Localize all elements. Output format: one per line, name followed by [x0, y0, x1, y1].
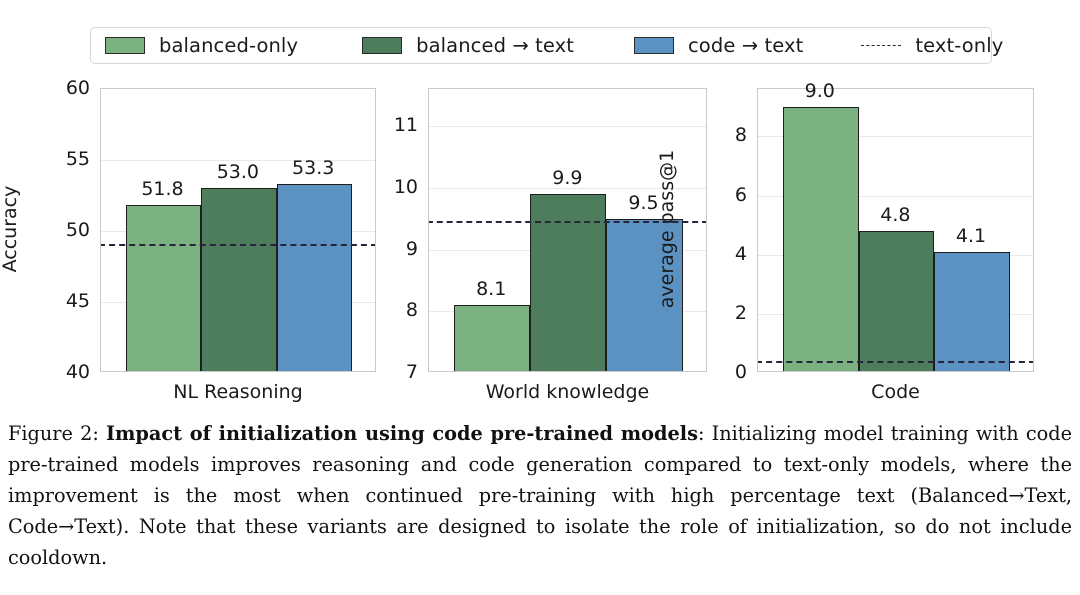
y-axis-tick-label: 0 — [734, 361, 747, 383]
bar-value-label: 53.3 — [292, 157, 335, 180]
caption-figure-number: Figure 2: — [8, 422, 99, 445]
x-axis-label: Code — [871, 381, 920, 403]
y-axis-tick-label: 60 — [65, 77, 90, 99]
bar-value-label: 8.1 — [476, 278, 507, 301]
y-axis-tick-label: 6 — [734, 183, 747, 206]
y-axis-tick-label: 55 — [65, 148, 90, 170]
bar — [934, 251, 1010, 371]
chart-panel-1 — [100, 88, 376, 372]
y-axis-tick-label: 9 — [405, 237, 418, 260]
x-axis-label: NL Reasoning — [173, 381, 303, 403]
y-axis-tick-label: 40 — [65, 361, 90, 383]
y-axis-label: Accuracy — [0, 185, 21, 273]
bar — [454, 305, 531, 371]
y-axis-tick-label: 4 — [734, 242, 747, 265]
bar — [201, 188, 277, 371]
figure-caption: Figure 2: Impact of initialization using… — [8, 418, 1072, 573]
y-axis-tick-label: 11 — [393, 114, 418, 137]
y-axis-tick-label: 10 — [393, 175, 418, 198]
bar-value-label: 9.9 — [552, 166, 583, 189]
caption-bold-title: Impact of initialization using code pre-… — [106, 422, 698, 445]
y-axis-tick-label: 2 — [734, 301, 747, 324]
bar-value-label: 9.0 — [804, 79, 835, 102]
y-axis-tick-label: 7 — [405, 361, 418, 383]
reference-line-text-only — [429, 220, 706, 223]
reference-line-text-only — [101, 243, 375, 246]
y-axis-tick-label: 50 — [65, 219, 90, 241]
y-axis-tick-label: 8 — [405, 299, 418, 322]
reference-line-text-only — [758, 361, 1033, 364]
bar — [276, 184, 352, 371]
bar — [858, 231, 935, 371]
x-axis-label: World knowledge — [485, 381, 650, 403]
bar — [782, 106, 859, 371]
bar-value-label: 4.1 — [955, 224, 987, 247]
y-axis-tick-label: 8 — [734, 124, 747, 147]
bar-value-label: 9.5 — [628, 191, 659, 214]
bar-value-label: 4.8 — [880, 204, 911, 226]
y-axis-label: average pass@1 — [656, 149, 678, 309]
plot-frame — [100, 88, 376, 372]
bar — [125, 205, 202, 371]
chart-panels-container: 40 45 50 55 60 51.8 53.0 53.3 NL Reasoning Accura… — [0, 0, 1080, 403]
y-axis-tick-label: 45 — [65, 290, 90, 312]
